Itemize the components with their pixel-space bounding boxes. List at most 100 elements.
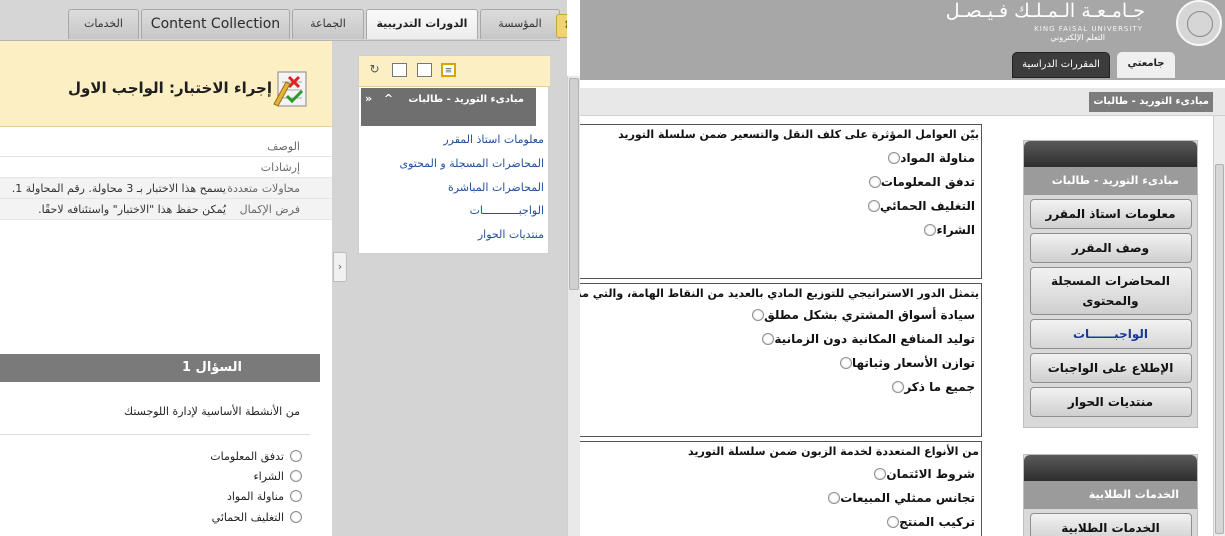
answer-option[interactable]: شروط الائتمان [870, 467, 975, 481]
radio-button[interactable] [752, 309, 765, 321]
question-number: السؤال 1 [181, 360, 242, 375]
list-view-icon[interactable]: ≡ [441, 63, 456, 77]
question-box: يتمثل الدور الاستراتيجي للتوزيع المادي ب… [580, 283, 982, 437]
course-link-live[interactable]: المحاضرات المباشرة [448, 181, 544, 194]
menu-controls-icon[interactable]: » ^ [365, 92, 397, 105]
course-menu-title[interactable]: » ^ مبادىء التوريد - طالبات [361, 88, 536, 126]
tab-courses[interactable]: المقررات الدراسية [1012, 52, 1110, 78]
scroll-thumb[interactable] [1215, 164, 1224, 534]
question-text: يتمثل الدور الاستراتيجي للتوزيع المادي ب… [580, 287, 979, 300]
answer-option[interactable]: الشراء [920, 223, 975, 237]
services-menu: الخدمات الطلابية الخدمات الطلابية [1023, 454, 1198, 536]
side-btn-instructor[interactable]: معلومات استاذ المقرر [1029, 199, 1192, 229]
answer-option[interactable]: توليد المنافع المكانية دون الزمانية [758, 332, 975, 346]
right-scrollbar[interactable] [1213, 116, 1225, 536]
radio-button[interactable] [840, 357, 852, 369]
frame-resize-icon[interactable]: ⇕ [556, 14, 567, 38]
folder-icon[interactable] [417, 63, 432, 77]
panel-cap [1024, 455, 1197, 481]
radio-button[interactable] [290, 511, 302, 523]
course-link-assignments[interactable]: الواجبـــــــــــات [470, 204, 544, 217]
radio-button[interactable] [868, 176, 881, 188]
answer-option[interactable]: مناولة المواد [227, 487, 302, 505]
answer-option[interactable]: تدفق المعلومات [210, 447, 302, 465]
question-text: من الأنشطة الأساسية لإدارة اللوجستك [124, 405, 300, 418]
left-scrollbar[interactable] [567, 76, 580, 536]
info-value: يسمح هذا الاختبار بـ 3 محاولة. رقم المحا… [11, 182, 226, 195]
option-label: الشراء [936, 223, 975, 237]
info-row: محاولات متعددة يسمح هذا الاختبار بـ 3 مح… [0, 178, 332, 199]
radio-button[interactable] [290, 470, 302, 482]
option-label: تدفق المعلومات [880, 175, 975, 189]
tab-services[interactable]: الخدمات [68, 9, 139, 39]
side-btn-forums[interactable]: منتديات الحوار [1029, 387, 1192, 417]
course-link-forums[interactable]: منتديات الحوار [478, 228, 544, 241]
course-link-lectures[interactable]: المحاضرات المسجلة و المحتوى [399, 157, 544, 170]
tab-institution[interactable]: المؤسسة [480, 9, 560, 39]
radio-button[interactable] [867, 200, 880, 212]
university-subtitle: التعلم الإلكتروني [1050, 33, 1105, 42]
option-label: شروط الائتمان [886, 467, 975, 481]
radio-button[interactable] [924, 224, 937, 236]
option-label: تجانس ممثلي المبيعات [840, 491, 975, 505]
option-label: التغليف الحمائي [211, 510, 284, 524]
answer-option[interactable]: التغليف الحمائي [212, 508, 302, 526]
scroll-thumb[interactable] [569, 78, 579, 290]
window-icon[interactable] [392, 63, 407, 77]
option-label: جميع ما ذكر [904, 380, 975, 394]
chevron-right-icon[interactable]: › [333, 252, 347, 282]
radio-button[interactable] [762, 333, 775, 345]
answer-option[interactable]: الشراء [253, 467, 302, 485]
answer-option[interactable]: سيادة أسواق المشتري بشكل مطلق [748, 308, 975, 322]
course-title: مبادىء التوريد - طالبات [408, 94, 524, 105]
radio-button[interactable] [887, 516, 900, 528]
side-btn-lectures[interactable]: المحاضرات المسجلة والمحتوى [1029, 267, 1192, 315]
option-label: مناولة المواد [226, 489, 284, 503]
side-btn-course-description[interactable]: وصف المقرر [1029, 233, 1192, 263]
tab-content-collection[interactable]: Content Collection [141, 9, 290, 39]
side-menu-heading: مبادىء التوريد - طالبات [1024, 167, 1197, 195]
content-header: إجراء الاختبار: الواجب الاول [0, 41, 332, 127]
option-label: مناولة المواد [900, 151, 975, 165]
tab-community[interactable]: الجماعة [292, 9, 364, 39]
course-link-instructor[interactable]: معلومات استاذ المقرر [443, 133, 544, 146]
refresh-icon[interactable]: ↻ [367, 63, 382, 77]
answer-option[interactable]: التغليف الحمائي [864, 199, 975, 213]
breadcrumb[interactable]: مبادىء التوريد - طالبات [1089, 92, 1213, 112]
side-btn-student-services[interactable]: الخدمات الطلابية [1029, 513, 1192, 536]
answer-option[interactable]: توازن الأسعار وثباتها [836, 356, 975, 370]
radio-button[interactable] [888, 152, 901, 164]
university-name-english: KING FAISAL UNIVERSITY [1034, 25, 1143, 33]
info-row: الوصف [0, 136, 332, 157]
answer-option[interactable]: تدفق المعلومات [865, 175, 975, 189]
university-name-arabic: جـامـعـة الـمـلـك فـيـصـل [945, 0, 1145, 22]
top-tab-bar: الخدمات Content Collection الجماعة الدور… [0, 0, 560, 41]
tab-my-university[interactable]: جامعتي [1117, 52, 1175, 78]
university-seal-icon [1176, 0, 1222, 46]
radio-button[interactable] [874, 468, 887, 480]
info-value: يُمكن حفظ هذا "الاختبار" واستئنافه لاحقً… [38, 203, 226, 216]
info-label: الوصف [267, 140, 300, 153]
side-btn-assignments[interactable]: الواجبــــــات [1029, 319, 1192, 349]
info-label: محاولات متعددة [227, 182, 300, 195]
answer-option[interactable]: جميع ما ذكر [888, 380, 975, 394]
answer-option[interactable]: تركيب المنتج [883, 515, 975, 529]
tab-courses[interactable]: الدورات التدريبية [366, 9, 478, 39]
side-btn-view-assignments[interactable]: الإطلاع على الواجبات [1029, 353, 1192, 383]
option-label: تدفق المعلومات [210, 449, 284, 463]
answer-option[interactable]: تجانس ممثلي المبيعات [824, 491, 975, 505]
content-area: إجراء الاختبار: الواجب الاول الوصف إرشاد… [0, 41, 332, 536]
test-icon [273, 71, 307, 107]
answer-option[interactable]: مناولة المواد [884, 151, 975, 165]
radio-button[interactable] [290, 490, 302, 502]
radio-button[interactable] [828, 492, 841, 504]
breadcrumb-bar: مبادىء التوريد - طالبات [580, 88, 1225, 116]
radio-button[interactable] [892, 381, 905, 393]
page-title: إجراء الاختبار: الواجب الاول [67, 79, 272, 97]
option-label: توازن الأسعار وثباتها [852, 356, 975, 370]
divider [0, 434, 310, 435]
test-info-table: الوصف إرشادات محاولات متعددة يسمح هذا ال… [0, 136, 332, 220]
option-label: التغليف الحمائي [879, 199, 975, 213]
radio-button[interactable] [290, 450, 302, 462]
option-label: توليد المنافع المكانية دون الزمانية [774, 332, 975, 346]
